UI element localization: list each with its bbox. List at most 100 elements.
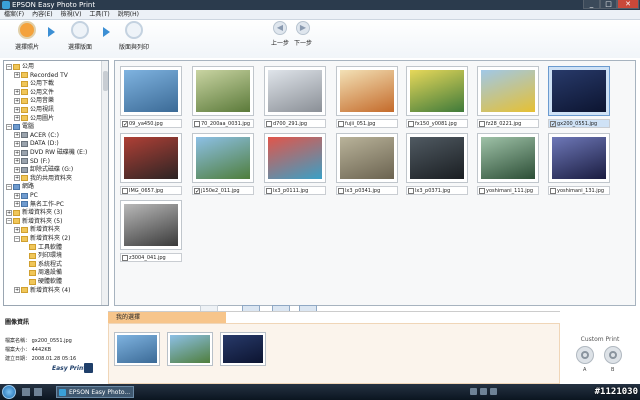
maximize-button[interactable]: □ — [600, 0, 617, 9]
next-step-button[interactable]: ▶ 下一步 — [288, 21, 318, 47]
checkbox[interactable] — [194, 120, 200, 127]
photo-thumbnail[interactable]: lx3_p0341.jpg — [336, 133, 398, 198]
photo-thumbnail[interactable]: ✓gx200_0551.jpg — [548, 66, 610, 131]
tray-icon[interactable] — [480, 388, 487, 395]
photo-thumbnail[interactable]: ✓09_ya450.jpg — [120, 66, 182, 131]
checkbox-checked[interactable]: ✓ — [122, 120, 128, 127]
expand-icon[interactable]: + — [14, 158, 20, 165]
checkbox[interactable] — [479, 187, 485, 194]
tree-node[interactable]: + 我的共用資料夾 — [14, 175, 72, 183]
step-select-layout-button[interactable]: 選擇版面 — [55, 21, 105, 51]
tree-node[interactable]: + Recorded TV — [14, 72, 68, 80]
folder-tree[interactable]: − 公用 + Recorded TV 公用下載 + 公用文件 + 公用音樂 + 公用視訊 + 公用圖片 −… — [3, 60, 109, 306]
photo-frame[interactable] — [548, 133, 610, 183]
menu-view[interactable]: 檢視(V) — [57, 10, 86, 20]
tree-node[interactable]: + 新增資料夾 — [14, 226, 60, 234]
scroll-thumb[interactable] — [103, 71, 108, 91]
tray-thumbnail[interactable] — [167, 332, 213, 366]
photo-thumbnail[interactable]: z3004_041.jpg — [120, 200, 182, 265]
step-layout-print-button[interactable]: 版面與列印 — [109, 21, 159, 51]
close-button[interactable]: ✕ — [617, 0, 639, 9]
photo-thumbnail[interactable]: ✓j150e2_011.jpg — [192, 133, 254, 198]
tree-node[interactable]: − 公用 — [6, 63, 34, 71]
tree-node[interactable]: 列印環境 — [22, 252, 62, 260]
photo-thumbnail[interactable]: lx3_p0111.jpg — [264, 133, 326, 198]
tree-node[interactable]: + 公用視訊 — [14, 106, 54, 114]
quicklaunch-icon[interactable] — [34, 388, 42, 396]
expand-icon[interactable]: + — [14, 192, 20, 199]
checkbox[interactable] — [408, 187, 414, 194]
tree-node[interactable]: − 新增資料夾 (2) — [14, 235, 70, 243]
tree-node[interactable]: 工具軟體 — [22, 244, 62, 252]
expand-icon[interactable]: + — [14, 72, 20, 79]
collapse-icon[interactable]: − — [6, 183, 12, 190]
photo-thumbnail[interactable]: yoshimani_131.jpg — [548, 133, 610, 198]
start-button[interactable] — [2, 385, 16, 399]
checkbox[interactable] — [122, 187, 128, 194]
photo-frame[interactable] — [548, 66, 610, 116]
expand-icon[interactable]: + — [14, 175, 20, 182]
tree-node[interactable]: + 公用圖片 — [14, 115, 54, 123]
checkbox[interactable] — [266, 187, 272, 194]
tray-thumbnail[interactable] — [220, 332, 266, 366]
tree-node[interactable]: + 卸除式磁碟 (G:) — [14, 166, 73, 174]
photo-thumbnail[interactable]: d700_291.jpg — [264, 66, 326, 131]
checkbox[interactable] — [550, 187, 556, 194]
tree-node[interactable]: + 公用文件 — [14, 89, 54, 97]
collapse-icon[interactable]: − — [6, 123, 12, 130]
checkbox[interactable] — [122, 254, 128, 261]
checkbox[interactable] — [338, 187, 344, 194]
tree-node[interactable]: + 無名工作-PC — [14, 201, 64, 209]
custom-print-a-button[interactable] — [576, 346, 594, 364]
quicklaunch-icon[interactable] — [22, 388, 30, 396]
photo-frame[interactable] — [336, 66, 398, 116]
custom-print-b-button[interactable] — [604, 346, 622, 364]
tree-node[interactable]: + PC — [14, 192, 38, 200]
taskbar-app-button[interactable]: EPSON Easy Photo... — [56, 386, 134, 398]
menu-file[interactable]: 檔案(F) — [0, 10, 28, 20]
expand-icon[interactable]: + — [14, 89, 20, 96]
tree-node[interactable]: 系統程式 — [22, 261, 62, 269]
tree-scrollbar[interactable] — [101, 61, 108, 305]
expand-icon[interactable]: + — [14, 201, 20, 208]
tree-node[interactable]: + 新增資料夾 (3) — [6, 209, 62, 217]
step-select-photos-button[interactable]: 選擇照片 — [2, 21, 52, 51]
tree-node[interactable]: − 電腦 — [6, 123, 34, 131]
tree-node[interactable]: − 新增資料夾 (5) — [6, 218, 62, 226]
expand-icon[interactable]: + — [14, 115, 20, 122]
photo-frame[interactable] — [336, 133, 398, 183]
tray-thumbnail[interactable] — [114, 332, 160, 366]
photo-thumbnail[interactable]: IMG_0657.jpg — [120, 133, 182, 198]
photo-thumbnail[interactable]: yoshimani_111.jpg — [477, 133, 539, 198]
expand-icon[interactable]: + — [14, 166, 20, 173]
photo-frame[interactable] — [477, 66, 539, 116]
photo-frame[interactable] — [264, 133, 326, 183]
checkbox[interactable] — [479, 120, 485, 127]
checkbox-checked[interactable]: ✓ — [550, 120, 556, 127]
checkbox[interactable] — [266, 120, 272, 127]
expand-icon[interactable]: + — [14, 140, 20, 147]
photo-thumbnail[interactable]: lx3_p0371.jpg — [406, 133, 468, 198]
photo-thumbnail[interactable]: 70_200aa_0031.jpg — [192, 66, 254, 131]
expand-icon[interactable]: + — [14, 132, 20, 139]
expand-icon[interactable]: + — [14, 287, 20, 294]
tree-node[interactable]: + 公用音樂 — [14, 97, 54, 105]
photo-thumbnail[interactable]: fx150_y0081.jpg — [406, 66, 468, 131]
photo-frame[interactable] — [192, 133, 254, 183]
photo-frame[interactable] — [192, 66, 254, 116]
tray-icon[interactable] — [490, 388, 497, 395]
tree-node[interactable]: 公用下載 — [14, 80, 54, 88]
photo-frame[interactable] — [120, 133, 182, 183]
menu-tools[interactable]: 工具(T) — [85, 10, 113, 20]
tree-node[interactable]: − 網路 — [6, 183, 34, 191]
photo-frame[interactable] — [264, 66, 326, 116]
collapse-icon[interactable]: − — [6, 218, 12, 225]
tree-node[interactable]: + 新增資料夾 (4) — [14, 287, 70, 295]
collapse-icon[interactable]: − — [14, 235, 20, 242]
expand-icon[interactable]: + — [6, 209, 12, 216]
tree-node[interactable]: + SD (F:) — [14, 158, 50, 166]
photo-thumbnail[interactable]: fz28_0221.jpg — [477, 66, 539, 131]
menu-edit[interactable]: 內容(E) — [28, 10, 56, 20]
tray-icon[interactable] — [470, 388, 477, 395]
expand-icon[interactable]: + — [14, 149, 20, 156]
